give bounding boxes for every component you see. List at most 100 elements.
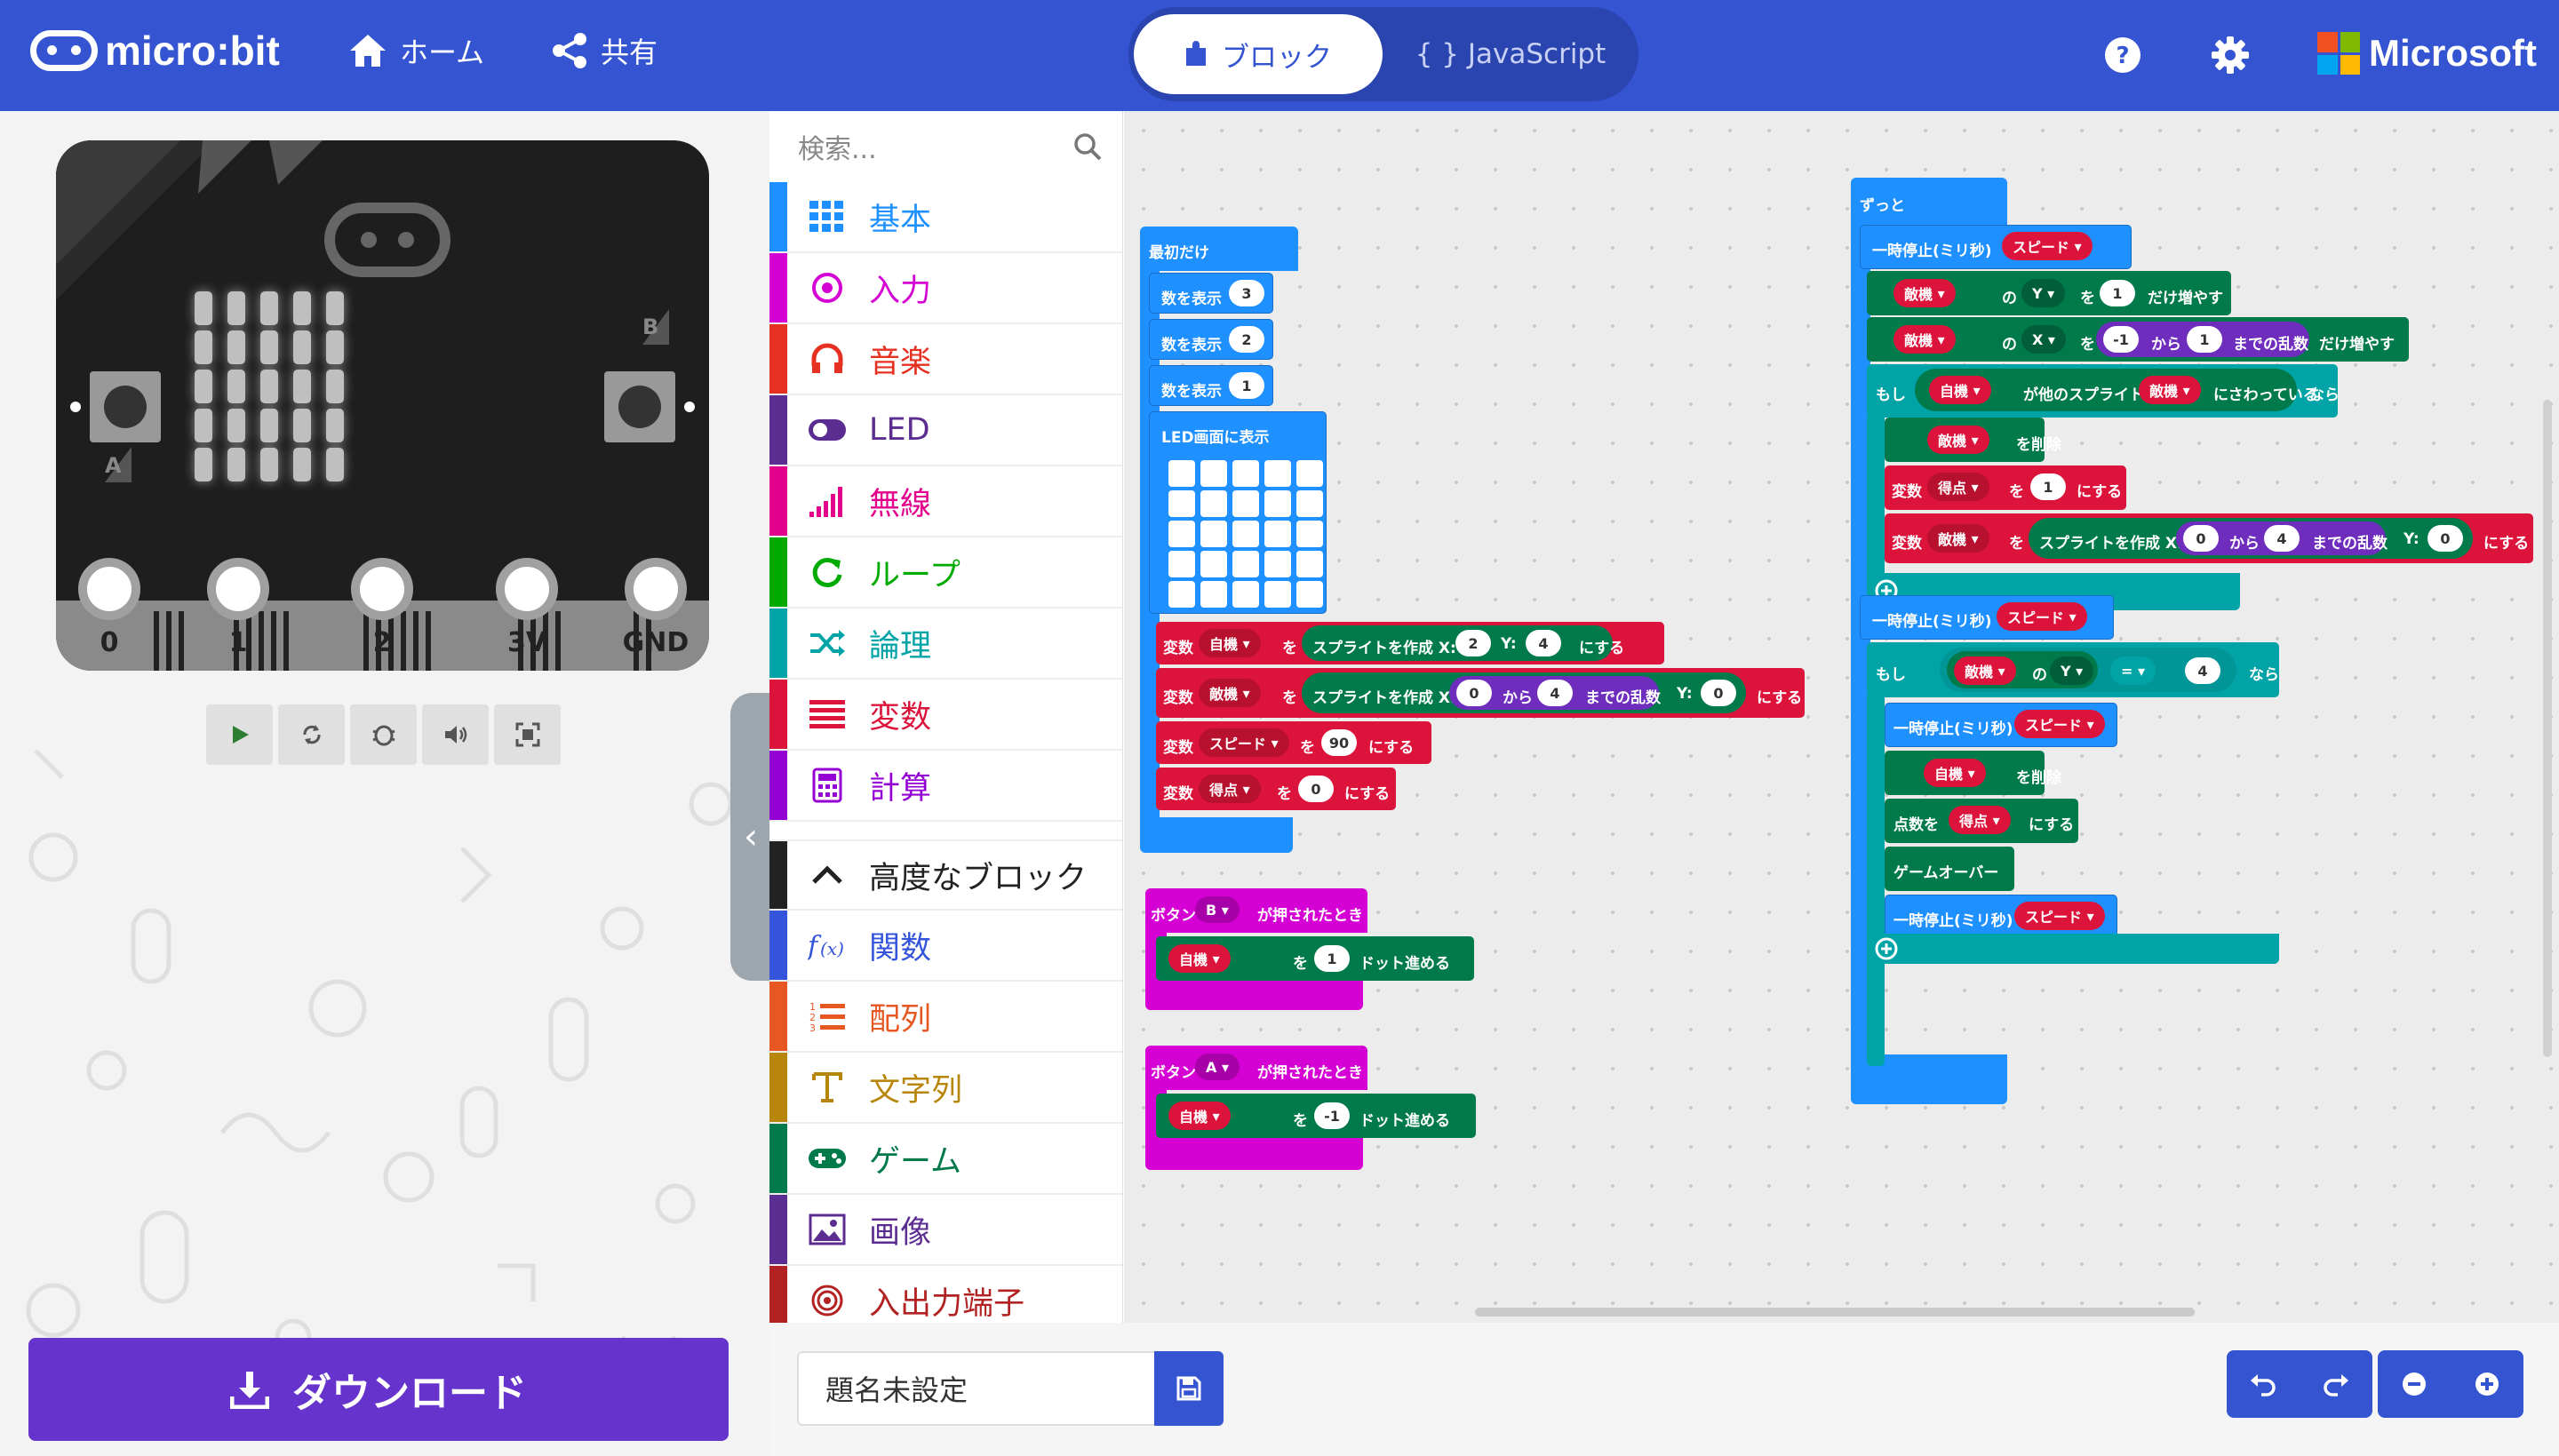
var-dropdown[interactable]: 敵機 ▾ (1893, 325, 1956, 354)
microbit-logo[interactable]: micro:bit (30, 27, 280, 75)
num-value[interactable]: 0 (1701, 680, 1736, 706)
num-value[interactable]: 0 (2427, 525, 2463, 552)
sound-button[interactable] (422, 704, 489, 765)
led-editor-cell[interactable] (1200, 581, 1227, 608)
pin-2-label[interactable]: 2 (347, 627, 418, 658)
blocks-workspace[interactable]: 最初だけ 数を表示 3 数を表示 2 数を表示 1 LED画面に表示 変数 自機… (1124, 111, 2559, 1323)
led-editor-cell[interactable] (1264, 521, 1291, 547)
led-editor-cell[interactable] (1232, 551, 1259, 577)
var-dropdown[interactable]: スピード ▾ (2014, 902, 2105, 930)
num-value[interactable]: 2 (1229, 326, 1264, 353)
pin-gnd-label[interactable]: GND (620, 627, 691, 658)
operator-dropdown[interactable]: = ▾ (2110, 656, 2156, 685)
led-editor-cell[interactable] (1168, 581, 1195, 608)
advanced-blocks-toggle[interactable]: 高度なブロック (769, 839, 1122, 911)
var-dropdown[interactable]: スピード ▾ (1997, 602, 2087, 631)
var-dropdown[interactable]: 自機 ▾ (1168, 944, 1231, 973)
zoom-out-button[interactable] (2378, 1350, 2451, 1418)
var-dropdown[interactable]: スピード ▾ (1199, 728, 1289, 757)
led-editor-cell[interactable] (1264, 460, 1291, 487)
var-dropdown[interactable]: 敵機 ▾ (1927, 426, 1989, 454)
led-editor-cell[interactable] (1296, 551, 1323, 577)
num-value[interactable]: 4 (1526, 630, 1561, 656)
led-editor-cell[interactable] (1264, 581, 1291, 608)
num-value[interactable]: 1 (2187, 326, 2222, 353)
category-basic-3[interactable]: LED (769, 395, 1122, 466)
save-button[interactable] (1154, 1351, 1224, 1426)
var-dropdown[interactable]: 得点 ▾ (1927, 473, 1989, 501)
led-editor-cell[interactable] (1264, 551, 1291, 577)
category-advanced-2[interactable]: 文字列 (769, 1053, 1122, 1124)
var-dropdown[interactable]: スピード ▾ (2014, 710, 2105, 738)
var-dropdown[interactable]: 得点 ▾ (1949, 806, 2011, 834)
fullscreen-button[interactable] (494, 704, 561, 765)
led-editor-cell[interactable] (1264, 490, 1291, 517)
led-editor-cell[interactable] (1168, 551, 1195, 577)
category-basic-6[interactable]: 論理 (769, 609, 1122, 680)
led-editor-cell[interactable] (1200, 490, 1227, 517)
blocks-tab[interactable]: ブロック (1134, 14, 1383, 94)
var-dropdown[interactable]: 自機 ▾ (1924, 759, 1986, 787)
property-dropdown[interactable]: X ▾ (2021, 325, 2066, 354)
num-value[interactable]: 4 (2264, 525, 2300, 552)
property-dropdown[interactable]: Y ▾ (2021, 279, 2066, 307)
led-editor-cell[interactable] (1296, 460, 1323, 487)
var-dropdown[interactable]: 敵機 ▾ (1954, 656, 2016, 685)
zoom-in-button[interactable] (2451, 1350, 2523, 1418)
led-editor-cell[interactable] (1200, 551, 1227, 577)
led-editor-cell[interactable] (1168, 521, 1195, 547)
category-advanced-1[interactable]: 1 2 3 配列 (769, 982, 1122, 1053)
restart-button[interactable] (278, 704, 345, 765)
num-value[interactable]: 2 (1455, 630, 1491, 656)
pin-3v-label[interactable]: 3V (491, 627, 562, 658)
category-basic-8[interactable]: 計算 (769, 751, 1122, 822)
var-dropdown[interactable]: 自機 ▾ (1168, 1102, 1231, 1130)
pin-1-label[interactable]: 1 (203, 627, 274, 658)
var-dropdown[interactable]: 敵機 ▾ (1927, 524, 1989, 553)
button-dropdown[interactable]: A ▾ (1195, 1054, 1240, 1080)
led-editor-cell[interactable] (1296, 521, 1323, 547)
var-dropdown[interactable]: 敵機 ▾ (1893, 279, 1956, 307)
category-basic-7[interactable]: 変数 (769, 680, 1122, 751)
led-editor-cell[interactable] (1168, 490, 1195, 517)
num-value[interactable]: 1 (2030, 473, 2066, 500)
download-button[interactable]: ダウンロード (28, 1338, 729, 1441)
led-editor-cell[interactable] (1232, 460, 1259, 487)
category-advanced-3[interactable]: ゲーム (769, 1124, 1122, 1195)
category-advanced-4[interactable]: 画像 (769, 1195, 1122, 1266)
led-editor-cell[interactable] (1296, 490, 1323, 517)
collapse-simulator-button[interactable]: ‹ (730, 693, 769, 981)
category-advanced-0[interactable]: f (x) 関数 (769, 911, 1122, 982)
led-editor-cell[interactable] (1232, 490, 1259, 517)
num-value[interactable]: 3 (1229, 280, 1264, 306)
debug-button[interactable] (350, 704, 417, 765)
toolbox-search-input[interactable]: 検索... (769, 111, 1122, 182)
var-dropdown[interactable]: 自機 ▾ (1199, 629, 1261, 657)
num-value[interactable]: 4 (1537, 680, 1573, 706)
vertical-scrollbar[interactable] (2543, 400, 2552, 1057)
led-editor-cell[interactable] (1200, 521, 1227, 547)
category-basic-0[interactable]: 基本 (769, 182, 1122, 253)
category-basic-2[interactable]: 音楽 (769, 324, 1122, 395)
help-button[interactable]: ? (2101, 34, 2144, 76)
num-value[interactable]: 0 (1456, 680, 1492, 706)
var-dropdown[interactable]: 自機 ▾ (1929, 376, 1991, 404)
num-value[interactable]: 0 (2183, 525, 2219, 552)
play-button[interactable] (206, 704, 273, 765)
led-editor-cell[interactable] (1232, 581, 1259, 608)
home-button[interactable]: ホーム (348, 30, 484, 71)
num-value[interactable]: 4 (2185, 657, 2220, 684)
category-basic-5[interactable]: ループ (769, 537, 1122, 609)
microsoft-logo[interactable]: Microsoft (2317, 32, 2537, 75)
var-dropdown[interactable]: 得点 ▾ (1199, 775, 1261, 803)
num-value[interactable]: 1 (1314, 945, 1350, 972)
led-editor-cell[interactable] (1168, 460, 1195, 487)
settings-button[interactable] (2209, 34, 2252, 76)
var-dropdown[interactable]: 敵機 ▾ (2139, 376, 2201, 404)
category-advanced-5[interactable]: 入出力端子 (769, 1266, 1122, 1323)
share-button[interactable]: 共有 (551, 30, 658, 71)
button-b[interactable] (604, 371, 675, 442)
led-editor-cell[interactable] (1296, 581, 1323, 608)
horizontal-scrollbar[interactable] (1475, 1308, 2195, 1317)
javascript-tab[interactable]: { } JavaScript (1386, 14, 1635, 94)
